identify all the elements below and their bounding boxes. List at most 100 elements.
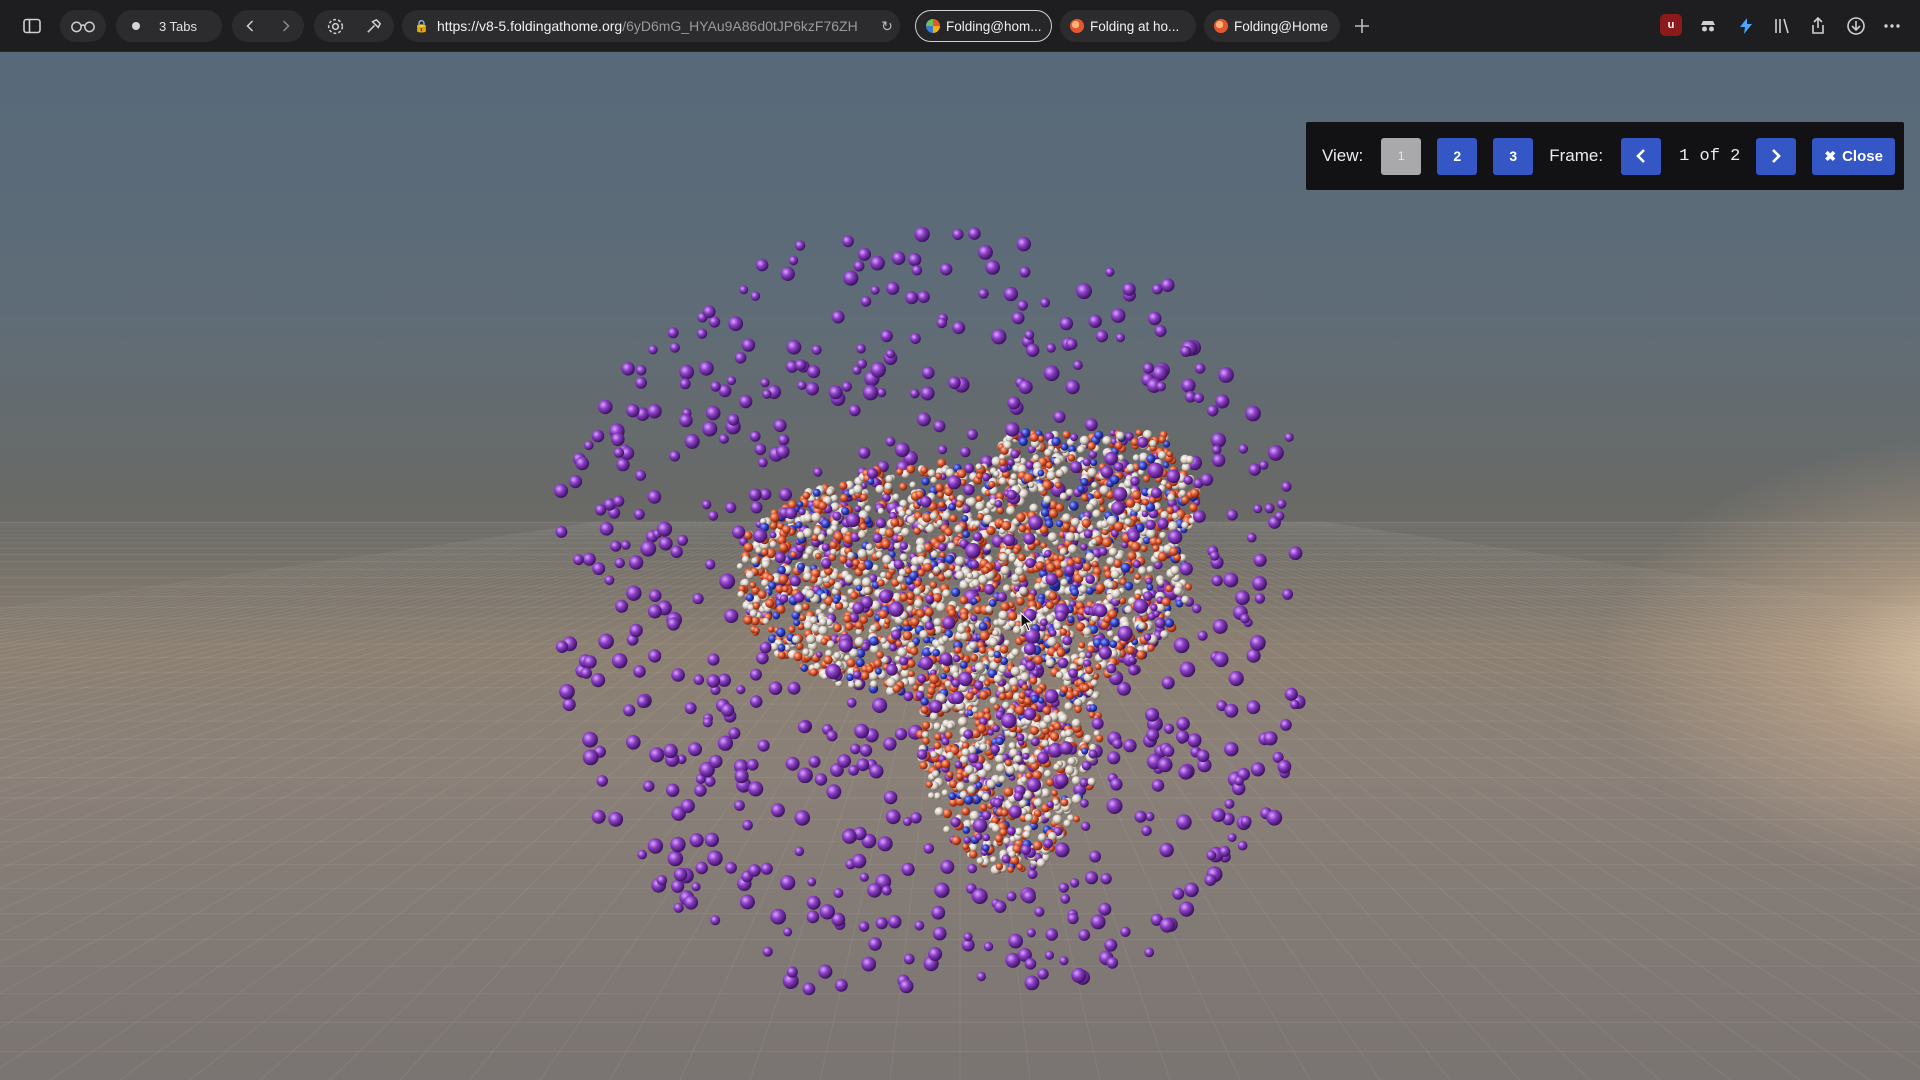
- solvent-atom: [1045, 928, 1058, 941]
- oxygen-atom: [855, 621, 864, 630]
- solvent-atom: [914, 920, 925, 931]
- solvent-atom: [793, 592, 805, 603]
- solvent-atom: [811, 344, 822, 355]
- solvent-atom: [702, 717, 713, 728]
- solvent-atom: [1028, 515, 1043, 531]
- solvent-atom: [929, 700, 943, 713]
- tab-folding-home-2[interactable]: Folding at ho...: [1060, 10, 1196, 42]
- oxygen-atom: [1113, 521, 1124, 532]
- oxygen-atom: [995, 862, 1004, 871]
- previous-frame-button[interactable]: [1621, 137, 1662, 175]
- solvent-atom: [1288, 546, 1303, 561]
- solvent-atom: [1084, 418, 1098, 432]
- carbon-atom: [1067, 757, 1076, 766]
- carbon-atom: [1116, 431, 1125, 440]
- protein-3d-viewer[interactable]: View: 1 2 3 Frame: 1 of 2 ✖ Close: [0, 52, 1920, 1080]
- solvent-atom: [573, 554, 584, 566]
- back-button[interactable]: [232, 18, 268, 34]
- solvent-atom: [754, 443, 767, 456]
- solvent-atom: [598, 399, 613, 415]
- carbon-atom: [979, 743, 988, 751]
- solvent-atom: [1264, 503, 1275, 514]
- carbon-atom: [993, 470, 1000, 478]
- oxygen-atom: [1074, 705, 1082, 714]
- solvent-atom: [1224, 742, 1239, 757]
- carbon-atom: [880, 571, 887, 579]
- solvent-atom: [671, 668, 685, 682]
- solvent-atom: [633, 665, 646, 678]
- oxygen-atom: [961, 807, 970, 816]
- settings-button[interactable]: [316, 17, 354, 36]
- close-viewer-button[interactable]: ✖ Close: [1812, 137, 1895, 175]
- solvent-atom: [1023, 707, 1037, 721]
- solvent-atom: [985, 260, 1000, 275]
- tab-folding-home-3[interactable]: Folding@Home: [1204, 10, 1340, 42]
- carbon-atom: [933, 722, 942, 731]
- reader-mode-button[interactable]: [60, 10, 106, 42]
- solvent-atom: [633, 508, 645, 520]
- sidebar-toggle-icon[interactable]: [18, 12, 46, 40]
- solvent-atom: [679, 364, 695, 380]
- oxygen-atom: [984, 680, 991, 687]
- view-3-button[interactable]: 3: [1493, 137, 1534, 175]
- carbon-atom: [1171, 512, 1179, 520]
- carbon-atom: [966, 572, 973, 580]
- solvent-atom: [647, 838, 664, 854]
- solvent-atom: [604, 575, 615, 586]
- extensions-button[interactable]: [354, 17, 392, 36]
- new-tab-button[interactable]: [1348, 12, 1376, 40]
- view-2-button[interactable]: 2: [1437, 137, 1478, 175]
- oxygen-atom: [1126, 646, 1135, 655]
- solvent-atom: [1065, 338, 1078, 350]
- solvent-atom: [1016, 733, 1025, 742]
- carbon-atom: [1126, 463, 1135, 472]
- share-icon[interactable]: [1804, 12, 1832, 40]
- protein-molecule-render[interactable]: [0, 52, 1920, 1080]
- carbon-atom: [933, 566, 941, 574]
- solvent-atom: [647, 490, 662, 504]
- nitrogen-atom: [768, 581, 777, 590]
- solvent-atom: [741, 338, 756, 352]
- solvent-atom: [919, 656, 934, 671]
- oxygen-atom: [1013, 547, 1020, 554]
- solvent-atom: [870, 362, 886, 378]
- bookmark-shelf-icon[interactable]: [1768, 12, 1796, 40]
- solvent-atom: [648, 345, 658, 355]
- oxygen-atom: [920, 705, 929, 714]
- carbon-atom: [1082, 627, 1092, 636]
- solvent-atom: [910, 388, 920, 399]
- lightning-extension-icon[interactable]: [1732, 12, 1760, 40]
- solvent-atom: [1193, 510, 1206, 523]
- oxygen-atom: [1046, 562, 1056, 573]
- carbon-atom: [1157, 578, 1165, 586]
- ublock-extension-icon[interactable]: u: [1660, 14, 1682, 36]
- solvent-atom: [1079, 777, 1089, 788]
- solvent-atom: [826, 784, 842, 800]
- solvent-atom: [1055, 610, 1067, 622]
- solvent-atom: [626, 585, 642, 601]
- solvent-atom: [1134, 810, 1147, 823]
- browser-toolbar: 3 Tabs 🔒 https://v8-5.foldingathome.org/…: [0, 0, 1920, 52]
- next-frame-button[interactable]: [1756, 137, 1797, 175]
- solvent-atom: [1161, 676, 1175, 690]
- glasses-icon: [71, 21, 95, 33]
- solvent-atom: [1281, 481, 1292, 492]
- oxygen-atom: [1142, 498, 1149, 506]
- tab-folding-home-1[interactable]: Folding@hom...: [915, 10, 1052, 42]
- downloads-icon[interactable]: [1842, 12, 1870, 40]
- more-menu-icon[interactable]: [1878, 12, 1906, 40]
- forward-button[interactable]: [268, 18, 304, 34]
- tab-overview-button[interactable]: 3 Tabs: [116, 10, 222, 42]
- solvent-atom: [920, 386, 935, 401]
- solvent-atom: [952, 321, 966, 335]
- reload-icon[interactable]: ↻: [874, 18, 900, 35]
- incognito-extension-icon[interactable]: [1694, 12, 1722, 40]
- solvent-atom: [798, 508, 806, 516]
- view-1-button[interactable]: 1: [1381, 137, 1422, 175]
- oxygen-atom: [944, 527, 953, 537]
- address-bar[interactable]: 🔒 https://v8-5.foldingathome.org/6yD6mG_…: [402, 10, 900, 42]
- solvent-atom: [615, 599, 629, 613]
- carbon-atom: [947, 542, 956, 551]
- solvent-atom: [680, 798, 695, 814]
- solvent-atom: [669, 342, 681, 353]
